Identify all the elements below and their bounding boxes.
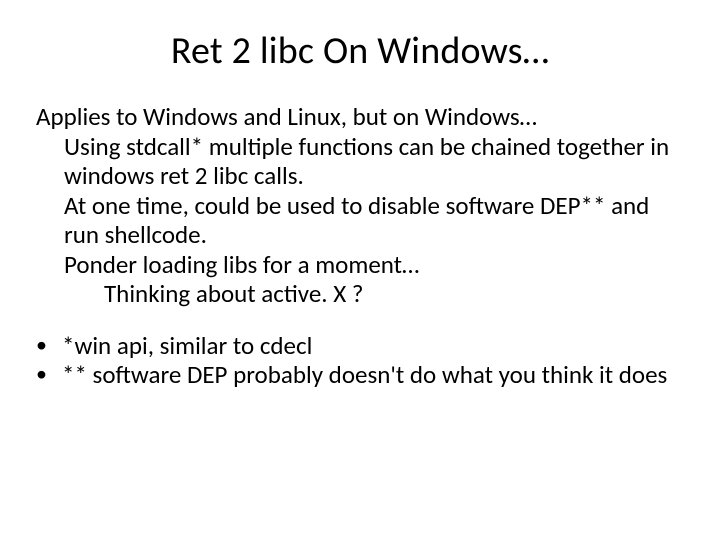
body-line-stdcall: Using stdcall* multiple functions can be…	[64, 132, 684, 191]
footnote-2-text: ** software DEP probably doesn't do what…	[62, 360, 684, 390]
body-line-intro: Applies to Windows and Linux, but on Win…	[36, 102, 684, 132]
bullet-dot-icon: •	[36, 331, 62, 360]
slide: Ret 2 libc On Windows… Applies to Window…	[0, 0, 720, 540]
spacer	[36, 309, 684, 331]
footnote-1: • *win api, similar to cdecl	[36, 331, 684, 361]
body-line-ponder: Ponder loading libs for a moment…	[64, 250, 684, 280]
body-line-dep: At one time, could be used to disable so…	[64, 191, 684, 250]
bullet-dot-icon: •	[36, 360, 62, 389]
slide-title: Ret 2 libc On Windows…	[36, 28, 684, 74]
footnote-1-text: *win api, similar to cdecl	[62, 331, 684, 361]
footnote-2: • ** software DEP probably doesn't do wh…	[36, 360, 684, 390]
slide-body: Applies to Windows and Linux, but on Win…	[36, 102, 684, 390]
body-line-activex: Thinking about active. X ?	[104, 279, 684, 309]
